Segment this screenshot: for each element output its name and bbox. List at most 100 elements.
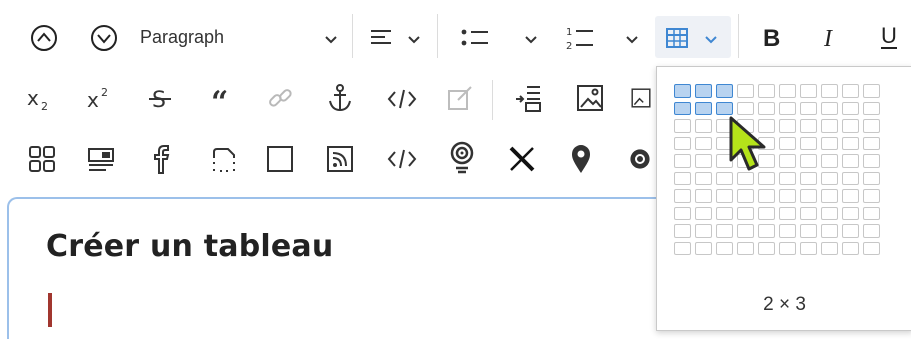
table-size-cell[interactable]: [842, 224, 859, 238]
grid-icon[interactable]: [25, 142, 59, 176]
table-size-cell[interactable]: [779, 241, 796, 255]
table-size-cell[interactable]: [758, 84, 775, 98]
embed-code-icon[interactable]: [385, 143, 419, 175]
table-size-cell[interactable]: [674, 206, 691, 220]
table-size-cell[interactable]: [779, 154, 796, 168]
table-size-cell[interactable]: [842, 119, 859, 133]
table-size-cell[interactable]: [674, 224, 691, 238]
table-size-cell[interactable]: [737, 224, 754, 238]
bullet-list-icon[interactable]: [458, 24, 492, 52]
table-size-cell[interactable]: [863, 84, 880, 98]
editor-area[interactable]: [7, 197, 709, 339]
table-size-cell[interactable]: [779, 84, 796, 98]
superscript-icon[interactable]: x2: [84, 84, 118, 112]
table-size-cell[interactable]: [674, 189, 691, 203]
table-size-cell[interactable]: [863, 154, 880, 168]
table-size-cell[interactable]: [695, 136, 712, 150]
snippet-icon[interactable]: [207, 142, 241, 176]
strikethrough-icon[interactable]: S: [146, 85, 174, 113]
chevron-down-icon[interactable]: [321, 30, 341, 50]
table-size-cell[interactable]: [695, 119, 712, 133]
insert-line-icon[interactable]: [511, 82, 545, 114]
table-size-cell[interactable]: [716, 101, 733, 115]
table-size-cell[interactable]: [695, 171, 712, 185]
align-chevron-icon[interactable]: [404, 30, 424, 50]
table-size-cell[interactable]: [842, 154, 859, 168]
table-size-cell[interactable]: [674, 241, 691, 255]
table-size-cell[interactable]: [758, 189, 775, 203]
anchor-icon[interactable]: [325, 82, 355, 114]
table-size-cell[interactable]: [779, 224, 796, 238]
table-size-cell[interactable]: [674, 84, 691, 98]
table-size-cell[interactable]: [758, 206, 775, 220]
table-size-cell[interactable]: [842, 171, 859, 185]
table-size-cell[interactable]: [695, 241, 712, 255]
table-size-cell[interactable]: [737, 84, 754, 98]
table-size-cell[interactable]: [821, 189, 838, 203]
table-size-cell[interactable]: [821, 241, 838, 255]
table-size-cell[interactable]: [716, 189, 733, 203]
widget-icon[interactable]: [84, 142, 118, 176]
table-size-cell[interactable]: [695, 189, 712, 203]
numbered-list-icon[interactable]: 12: [563, 22, 597, 54]
table-size-cell[interactable]: [821, 119, 838, 133]
table-icon[interactable]: [663, 25, 691, 51]
table-size-cell[interactable]: [800, 154, 817, 168]
table-size-cell[interactable]: [863, 136, 880, 150]
table-size-cell[interactable]: [737, 189, 754, 203]
table-size-cell[interactable]: [674, 154, 691, 168]
threads-icon[interactable]: [628, 144, 652, 174]
table-size-cell[interactable]: [842, 136, 859, 150]
table-size-cell[interactable]: [779, 136, 796, 150]
table-size-cell[interactable]: [758, 101, 775, 115]
table-size-cell[interactable]: [695, 224, 712, 238]
blockquote-icon[interactable]: “: [208, 86, 238, 112]
table-size-cell[interactable]: [863, 241, 880, 255]
table-size-cell[interactable]: [716, 224, 733, 238]
table-size-picker[interactable]: 2 × 3: [656, 66, 911, 331]
move-up-icon[interactable]: [28, 22, 60, 54]
table-size-cell[interactable]: [800, 84, 817, 98]
table-size-cell[interactable]: [695, 154, 712, 168]
table-size-cell[interactable]: [674, 171, 691, 185]
numbered-list-chevron-icon[interactable]: [622, 30, 642, 50]
media-icon[interactable]: [630, 82, 652, 114]
table-size-cell[interactable]: [716, 84, 733, 98]
rss-icon[interactable]: [323, 142, 357, 176]
link-icon[interactable]: [265, 82, 295, 114]
table-size-cell[interactable]: [779, 101, 796, 115]
italic-icon[interactable]: I: [818, 22, 844, 52]
table-size-cell[interactable]: [737, 241, 754, 255]
table-size-cell[interactable]: [863, 119, 880, 133]
podcast-icon[interactable]: [446, 140, 478, 176]
table-size-cell[interactable]: [800, 206, 817, 220]
table-size-cell[interactable]: [758, 224, 775, 238]
facebook-icon[interactable]: [147, 141, 177, 177]
table-size-cell[interactable]: [842, 84, 859, 98]
table-size-cell[interactable]: [821, 206, 838, 220]
table-size-cell[interactable]: [779, 206, 796, 220]
table-size-cell[interactable]: [863, 171, 880, 185]
table-size-cell[interactable]: [716, 241, 733, 255]
table-size-cell[interactable]: [800, 119, 817, 133]
table-size-cell[interactable]: [737, 101, 754, 115]
table-size-cell[interactable]: [821, 101, 838, 115]
table-size-cell[interactable]: [821, 84, 838, 98]
frame-icon[interactable]: [263, 142, 297, 176]
x-icon[interactable]: [505, 142, 539, 176]
table-size-cell[interactable]: [842, 189, 859, 203]
move-down-icon[interactable]: [88, 22, 120, 54]
table-size-cell[interactable]: [779, 189, 796, 203]
table-size-cell[interactable]: [800, 189, 817, 203]
table-size-cell[interactable]: [758, 241, 775, 255]
table-size-cell[interactable]: [779, 171, 796, 185]
table-size-cell[interactable]: [695, 84, 712, 98]
table-size-cell[interactable]: [800, 136, 817, 150]
table-size-cell[interactable]: [716, 206, 733, 220]
bullet-list-chevron-icon[interactable]: [521, 30, 541, 50]
table-size-cell[interactable]: [779, 119, 796, 133]
table-size-cell[interactable]: [821, 154, 838, 168]
table-size-cell[interactable]: [800, 224, 817, 238]
table-chevron-icon[interactable]: [701, 30, 721, 50]
bold-icon[interactable]: B: [758, 22, 786, 52]
